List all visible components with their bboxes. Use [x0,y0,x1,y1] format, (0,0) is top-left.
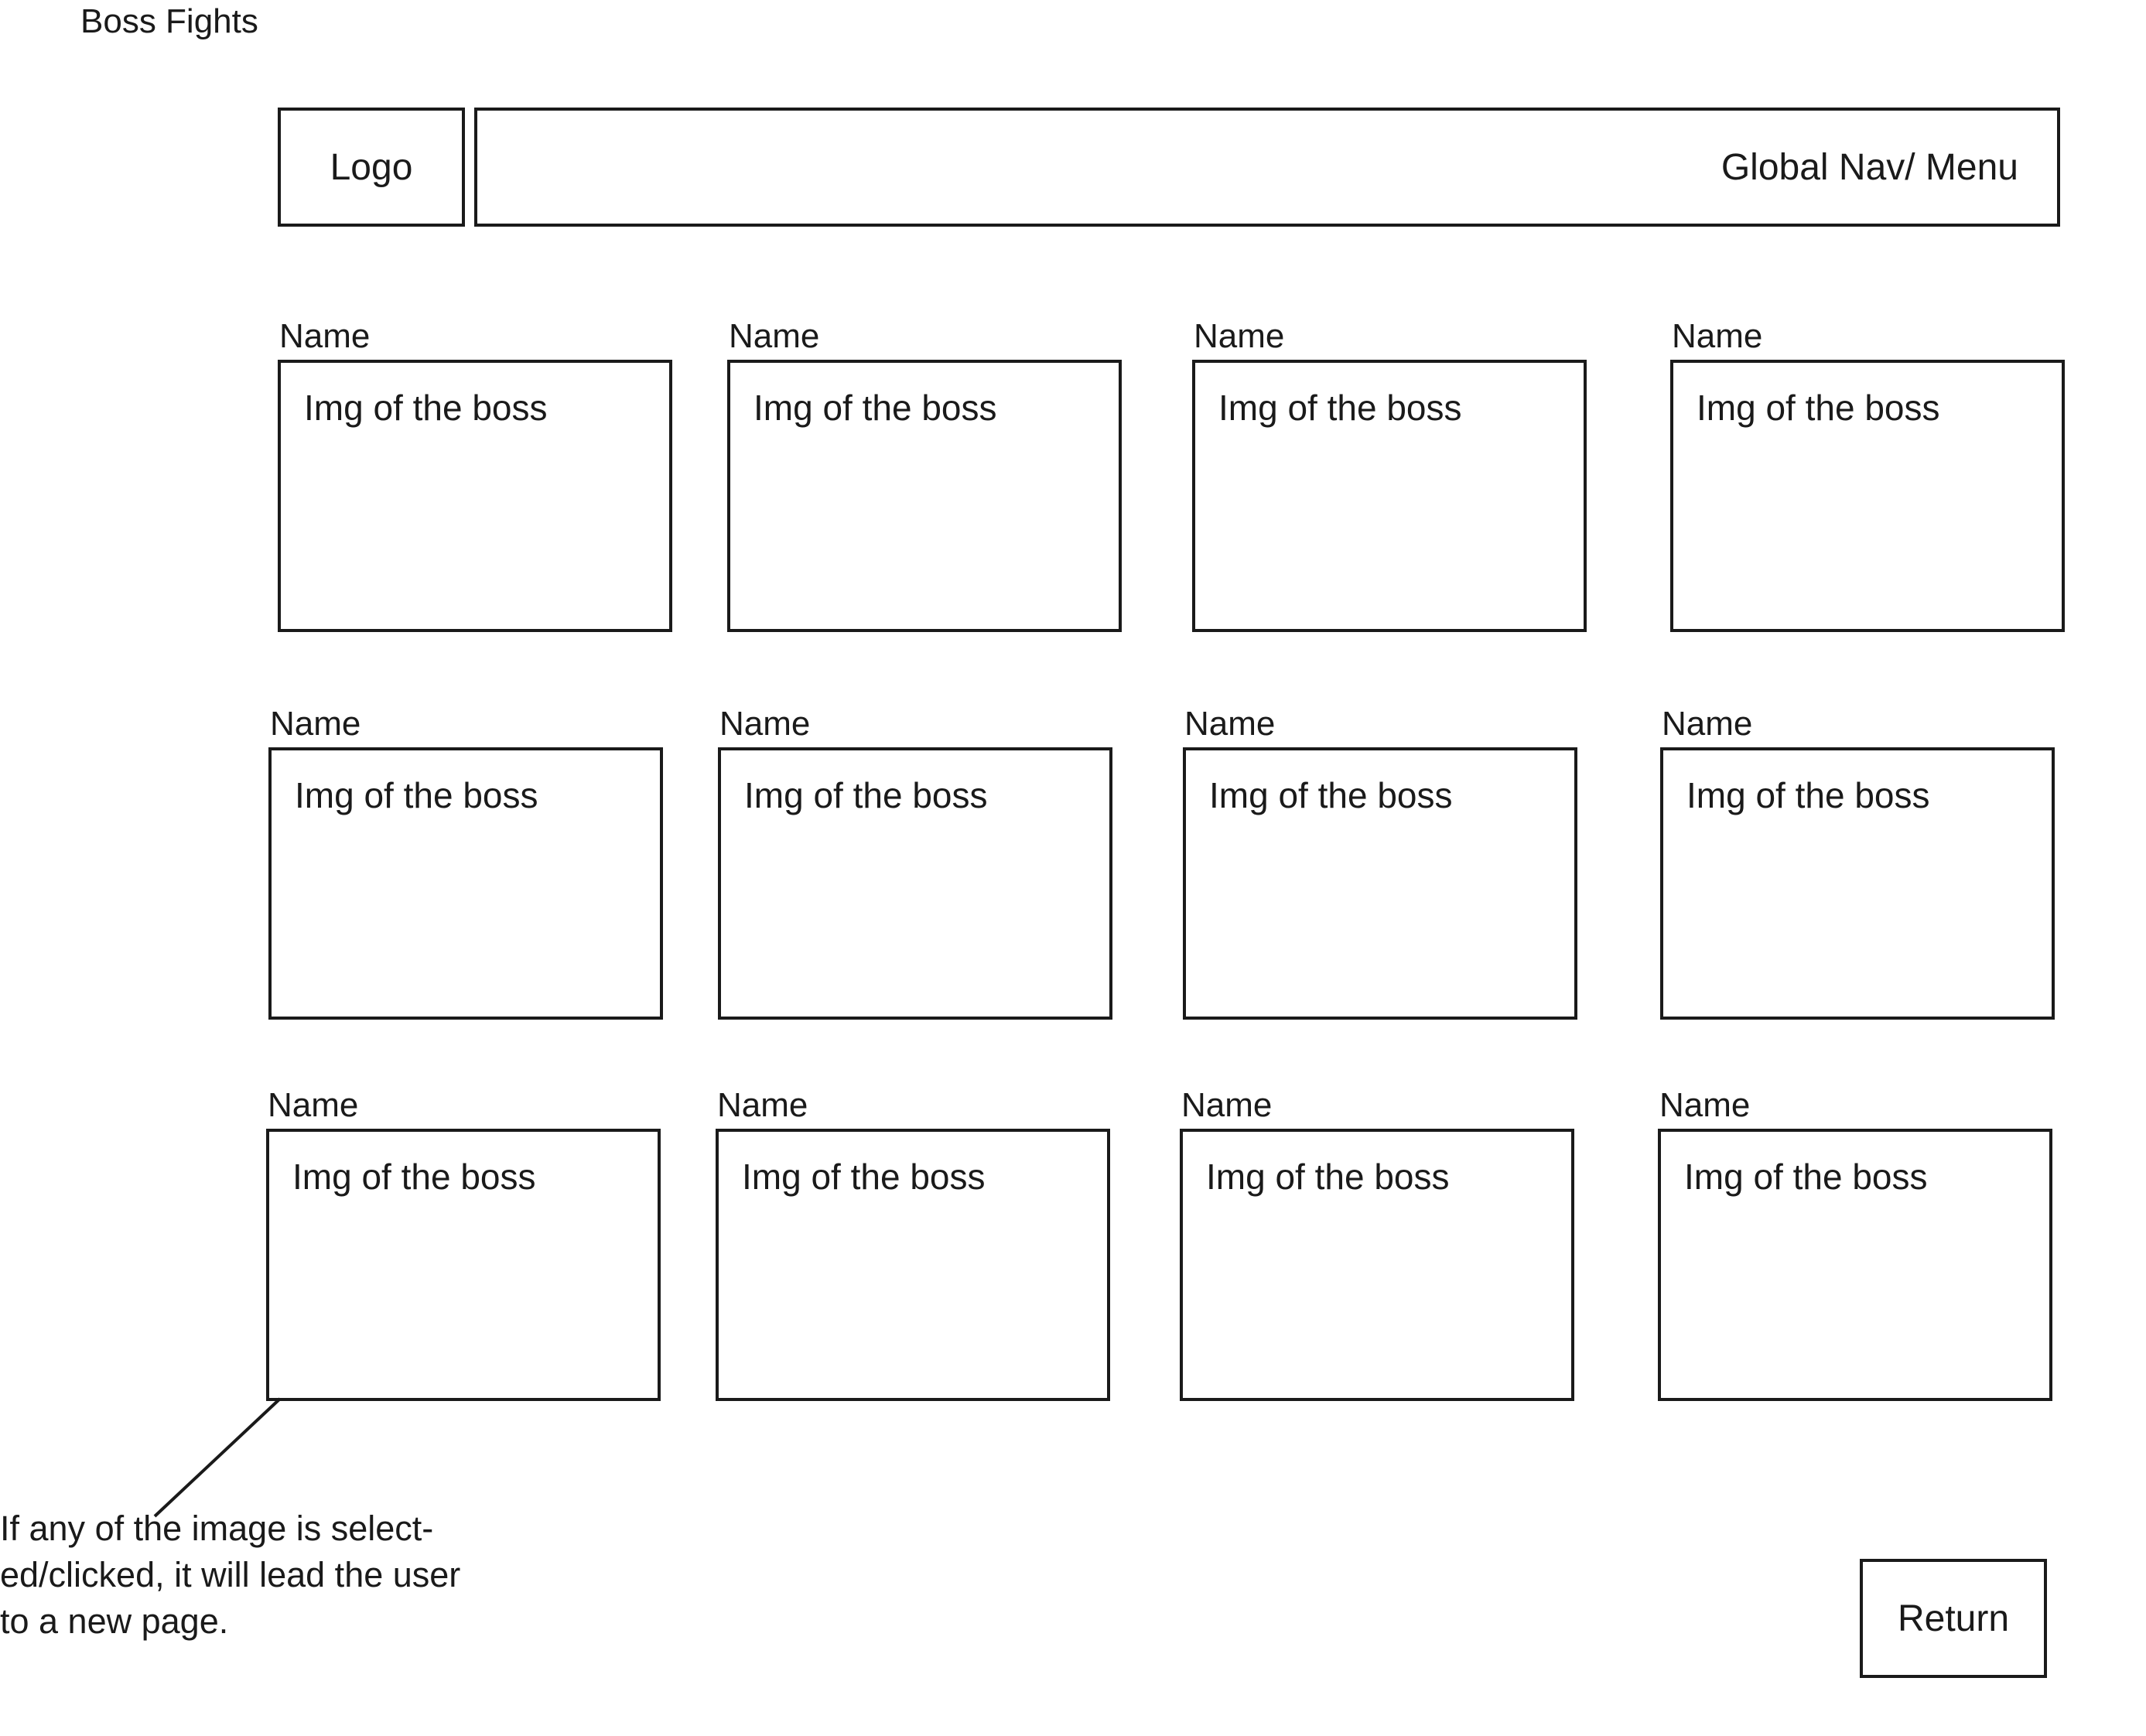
boss-name: Name [719,705,811,743]
boss-name: Name [1194,317,1285,355]
boss-image[interactable]: Img of the boss [1183,747,1577,1020]
boss-image-label: Img of the boss [744,775,988,815]
boss-image-label: Img of the boss [742,1157,986,1197]
logo[interactable]: Logo [278,108,465,227]
boss-image-label: Img of the boss [753,388,997,428]
annotation-note: If any of the image is select-ed/clicked… [0,1509,461,1641]
boss-image[interactable]: Img of the boss [727,360,1122,632]
boss-name: Name [268,1086,359,1124]
boss-image[interactable]: Img of the boss [278,360,672,632]
boss-name: Name [1672,317,1763,355]
boss-image[interactable]: Img of the boss [718,747,1112,1020]
return-button[interactable]: Return [1860,1559,2047,1678]
boss-name: Name [1181,1086,1273,1124]
boss-image-label: Img of the boss [1697,388,1940,428]
boss-image[interactable]: Img of the boss [1660,747,2055,1020]
boss-image-label: Img of the boss [1209,775,1453,815]
boss-image-label: Img of the boss [1218,388,1462,428]
logo-label: Logo [330,146,413,188]
boss-image-label: Img of the boss [304,388,548,428]
boss-image[interactable]: Img of the boss [1658,1129,2052,1401]
boss-image[interactable]: Img of the boss [1670,360,2065,632]
boss-name: Name [729,317,820,355]
boss-name: Name [1184,705,1276,743]
boss-name: Name [279,317,371,355]
boss-image[interactable]: Img of the boss [716,1129,1110,1401]
boss-image[interactable]: Img of the boss [1192,360,1587,632]
boss-image[interactable]: Img of the boss [266,1129,661,1401]
boss-image-label: Img of the boss [1686,775,1930,815]
page-title: Boss Fights [80,2,258,40]
global-nav-menu[interactable]: Global Nav/ Menu [474,108,2060,227]
boss-image-label: Img of the boss [292,1157,536,1197]
boss-image[interactable]: Img of the boss [268,747,663,1020]
boss-image-label: Img of the boss [1684,1157,1928,1197]
global-nav-label: Global Nav/ Menu [1721,146,2018,188]
boss-image[interactable]: Img of the boss [1180,1129,1574,1401]
boss-name: Name [717,1086,808,1124]
boss-image-label: Img of the boss [1206,1157,1450,1197]
boss-name: Name [1662,705,1753,743]
boss-name: Name [1659,1086,1751,1124]
boss-name: Name [270,705,361,743]
return-label: Return [1897,1598,2010,1639]
boss-image-label: Img of the boss [295,775,538,815]
